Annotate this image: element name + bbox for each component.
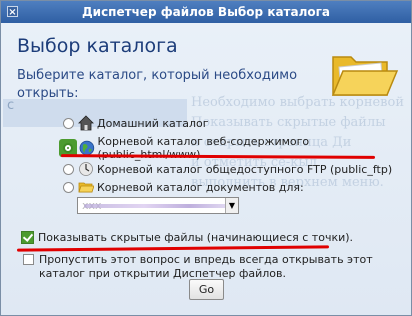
- home-icon: [78, 115, 94, 131]
- option-home-directory[interactable]: Домашний каталог: [63, 115, 209, 131]
- option-label: Корневой каталог общедоступного FTP (pub…: [97, 162, 393, 176]
- title-bar: × Диспетчер файлов Выбор каталога: [1, 1, 411, 23]
- remember-choice-option[interactable]: [23, 254, 34, 265]
- show-hidden-label: Показывать скрытые файлы (начинающиеся с…: [38, 231, 354, 244]
- window-title: Диспетчер файлов Выбор каталога: [81, 5, 331, 19]
- highlight-underline-hidden-files: [16, 245, 330, 252]
- show-hidden-files-option[interactable]: Показывать скрытые файлы (начинающиеся с…: [21, 231, 353, 244]
- option-ftp-root[interactable]: Корневой каталог общедоступного FTP (pub…: [63, 161, 392, 177]
- radio-document-root[interactable]: [63, 181, 74, 193]
- ftp-icon: [79, 162, 93, 176]
- dialog-heading: Выбор каталога: [17, 35, 178, 57]
- directory-selection-dialog: × Диспетчер файлов Выбор каталога c Необ…: [0, 0, 412, 316]
- remember-label: Пропустить этот вопрос и впредь всегда о…: [39, 253, 373, 280]
- option-document-root[interactable]: Корневой каталог документов для:: [63, 179, 304, 195]
- domain-select[interactable]: xxx ▼: [77, 197, 239, 214]
- radio-ftp[interactable]: [63, 163, 74, 175]
- option-label: Домашний каталог: [97, 116, 209, 130]
- dropdown-arrow-icon[interactable]: ▼: [225, 198, 238, 213]
- remember-checkbox[interactable]: [23, 254, 34, 265]
- go-button[interactable]: Go: [189, 279, 224, 300]
- background-line: Показывать скрытые файлы: [191, 115, 386, 130]
- option-label: Корневой каталог документов для:: [97, 180, 304, 194]
- show-hidden-checkbox[interactable]: [21, 231, 34, 244]
- dialog-subheading: Выберите каталог, который необходимо отк…: [17, 68, 298, 101]
- radio-home[interactable]: [63, 117, 74, 129]
- folder-icon: [78, 182, 94, 193]
- open-folder-icon: [331, 56, 399, 96]
- redaction-smudge: [84, 204, 234, 208]
